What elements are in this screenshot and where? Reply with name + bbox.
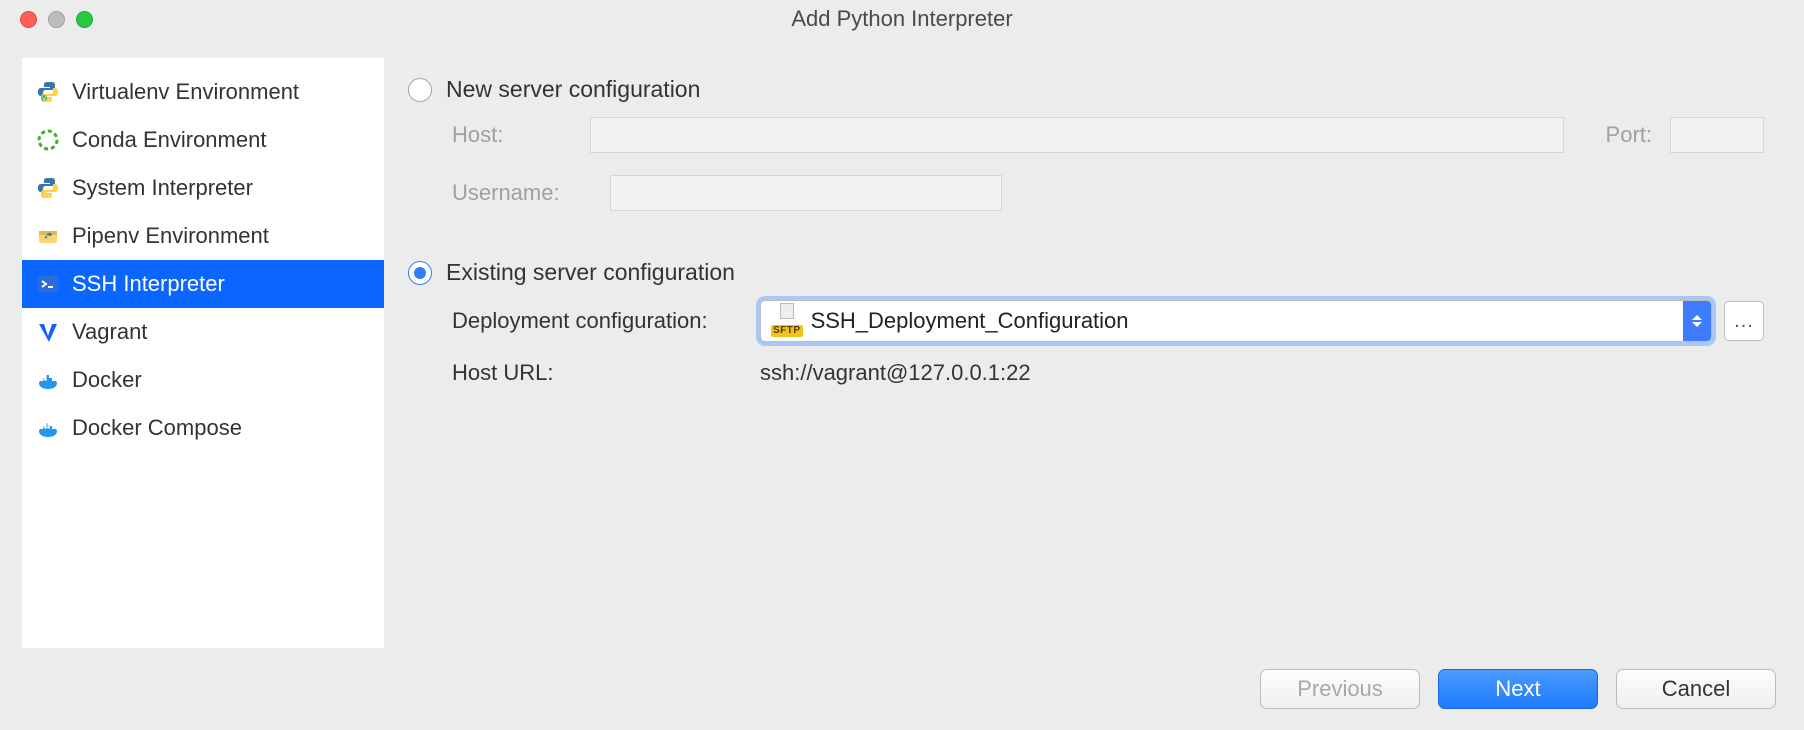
sidebar-item-conda[interactable]: Conda Environment xyxy=(22,116,384,164)
svg-text:V: V xyxy=(42,97,46,103)
sidebar-item-label: Docker xyxy=(72,367,142,393)
username-input xyxy=(610,175,1002,211)
deployment-combobox[interactable]: SFTP SSH_Deployment_Configuration xyxy=(760,300,1712,342)
ssh-config-panel: New server configuration Host: Port: Use… xyxy=(384,58,1782,648)
previous-button: Previous xyxy=(1260,669,1420,709)
traffic-lights xyxy=(20,11,93,28)
sidebar-item-virtualenv[interactable]: V Virtualenv Environment xyxy=(22,68,384,116)
host-label: Host: xyxy=(452,122,572,148)
sidebar-item-label: Vagrant xyxy=(72,319,147,345)
ellipsis-label: ... xyxy=(1734,310,1754,333)
minimize-window-icon xyxy=(48,11,65,28)
next-button[interactable]: Next xyxy=(1438,669,1598,709)
vagrant-icon xyxy=(36,320,60,344)
sidebar-item-label: SSH Interpreter xyxy=(72,271,225,297)
sidebar-item-pipenv[interactable]: Pipenv Environment xyxy=(22,212,384,260)
sidebar-item-ssh[interactable]: SSH Interpreter xyxy=(22,260,384,308)
interpreter-type-sidebar: V Virtualenv Environment Conda Environme… xyxy=(22,58,384,648)
existing-server-label: Existing server configuration xyxy=(446,259,735,286)
deployment-combo-wrap: SFTP SSH_Deployment_Configuration ... xyxy=(760,300,1764,342)
button-label: Next xyxy=(1495,676,1540,702)
new-server-form: Host: Port: Username: xyxy=(452,117,1764,233)
sidebar-item-system[interactable]: System Interpreter xyxy=(22,164,384,212)
ssh-terminal-icon xyxy=(36,272,60,296)
titlebar: Add Python Interpreter xyxy=(0,0,1804,38)
pipenv-icon xyxy=(36,224,60,248)
new-server-radio-row[interactable]: New server configuration xyxy=(408,76,1764,103)
sidebar-item-vagrant[interactable]: Vagrant xyxy=(22,308,384,356)
dialog-body: V Virtualenv Environment Conda Environme… xyxy=(0,38,1804,648)
username-label: Username: xyxy=(452,180,592,206)
radio-icon[interactable] xyxy=(408,78,432,102)
conda-icon xyxy=(36,128,60,152)
window-title: Add Python Interpreter xyxy=(0,6,1804,32)
sidebar-item-docker[interactable]: Docker xyxy=(22,356,384,404)
server-file-icon xyxy=(780,303,794,319)
username-row: Username: xyxy=(452,175,1764,211)
maximize-window-icon[interactable] xyxy=(76,11,93,28)
browse-button[interactable]: ... xyxy=(1724,301,1764,341)
existing-server-radio-row[interactable]: Existing server configuration xyxy=(408,259,1764,286)
sidebar-item-label: Docker Compose xyxy=(72,415,242,441)
sidebar-item-label: System Interpreter xyxy=(72,175,253,201)
updown-arrows-icon[interactable] xyxy=(1683,301,1711,341)
radio-icon[interactable] xyxy=(408,261,432,285)
dialog-footer: Previous Next Cancel xyxy=(0,648,1804,730)
deployment-row: Deployment configuration: SFTP SSH_Deplo… xyxy=(452,300,1764,342)
port-input xyxy=(1670,117,1764,153)
python-icon xyxy=(36,176,60,200)
button-label: Previous xyxy=(1297,676,1383,702)
host-row: Host: Port: xyxy=(452,117,1764,153)
sidebar-item-docker-compose[interactable]: Docker Compose xyxy=(22,404,384,452)
deployment-label: Deployment configuration: xyxy=(452,308,760,334)
host-input xyxy=(590,117,1564,153)
deployment-value-text: SSH_Deployment_Configuration xyxy=(811,308,1129,334)
deployment-selected: SFTP SSH_Deployment_Configuration xyxy=(771,307,1683,335)
hosturl-value: ssh://vagrant@127.0.0.1:22 xyxy=(760,360,1031,386)
close-window-icon[interactable] xyxy=(20,11,37,28)
hosturl-row: Host URL: ssh://vagrant@127.0.0.1:22 xyxy=(452,360,1764,386)
sidebar-item-label: Pipenv Environment xyxy=(72,223,269,249)
hosturl-label: Host URL: xyxy=(452,360,760,386)
sftp-badge-icon: SFTP xyxy=(771,325,803,337)
docker-compose-icon xyxy=(36,416,60,440)
sidebar-item-label: Virtualenv Environment xyxy=(72,79,299,105)
button-label: Cancel xyxy=(1662,676,1730,702)
port-label: Port: xyxy=(1606,122,1652,148)
python-venv-icon: V xyxy=(36,80,60,104)
existing-server-form: Deployment configuration: SFTP SSH_Deplo… xyxy=(452,300,1764,386)
new-server-label: New server configuration xyxy=(446,76,700,103)
dialog-window: Add Python Interpreter V Virtualenv Envi… xyxy=(0,0,1804,730)
sidebar-item-label: Conda Environment xyxy=(72,127,266,153)
cancel-button[interactable]: Cancel xyxy=(1616,669,1776,709)
docker-icon xyxy=(36,368,60,392)
